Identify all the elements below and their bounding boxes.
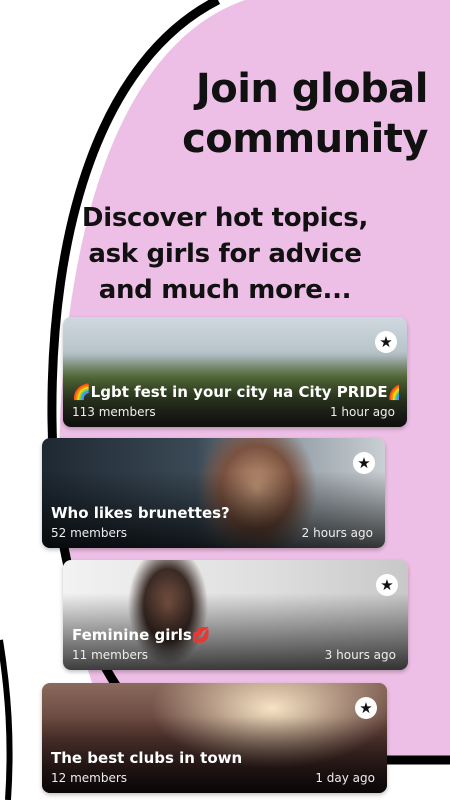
topic-title: The best clubs in town [51,749,243,767]
topic-title: Feminine girls💋 [72,626,211,644]
topic-title: 🌈Lgbt fest in your city на City PRIDE🌈 [72,383,399,401]
topic-card[interactable]: ★ Feminine girls💋 11 members 3 hours ago [63,560,408,670]
subheadline-line-3: and much more... [98,275,352,305]
subheadline-line-1: Discover hot topics, [81,203,369,233]
topic-time: 3 hours ago [324,648,396,662]
member-count: 12 members [51,771,128,785]
black-ring-left [0,639,13,800]
topic-card[interactable]: ★ Who likes brunettes? 52 members 2 hour… [42,438,385,548]
member-count: 113 members [72,405,156,419]
star-icon[interactable]: ★ [353,452,375,474]
subheadline-line-2: ask girls for advice [88,239,362,269]
topic-time: 1 day ago [315,771,375,785]
headline-line-1: Join global [195,66,429,112]
star-icon[interactable]: ★ [376,574,398,596]
subheadline: Discover hot topics, ask girls for advic… [70,200,380,308]
topic-time: 1 hour ago [329,405,395,419]
headline: Join global community [108,64,428,164]
topic-time: 2 hours ago [301,526,373,540]
topic-card[interactable]: ★ 🌈Lgbt fest in your city на City PRIDE🌈… [63,317,407,427]
member-count: 11 members [72,648,149,662]
headline-line-2: community [182,116,428,162]
topic-title: Who likes brunettes? [51,504,230,522]
star-icon[interactable]: ★ [355,697,377,719]
topic-card[interactable]: ★ The best clubs in town 12 members 1 da… [42,683,387,793]
member-count: 52 members [51,526,128,540]
star-icon[interactable]: ★ [375,331,397,353]
